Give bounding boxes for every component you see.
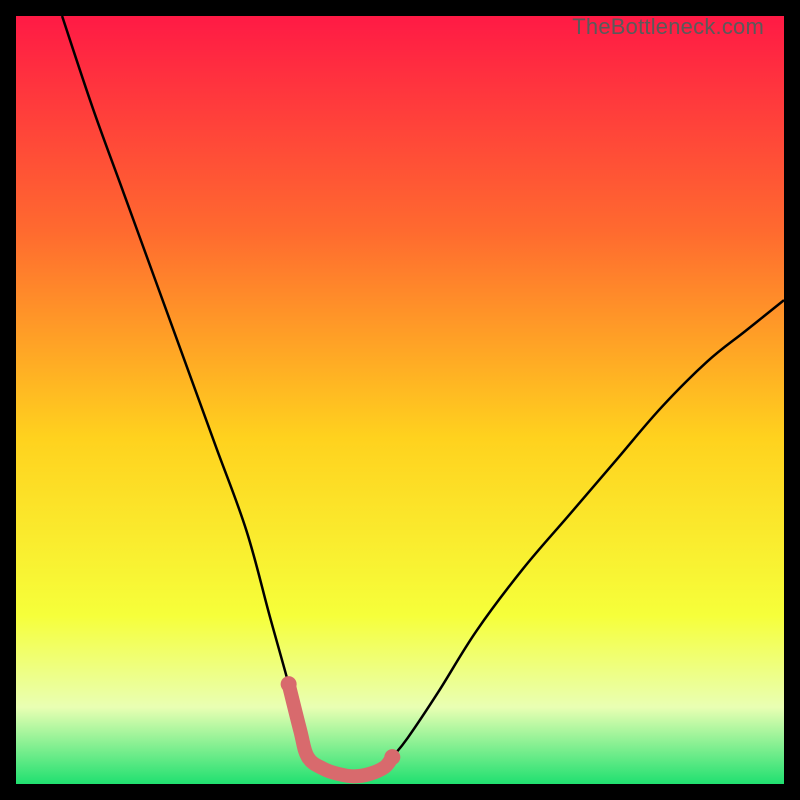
watermark-text: TheBottleneck.com <box>572 14 764 40</box>
highlight-end-dot <box>384 749 400 765</box>
chart-frame: TheBottleneck.com <box>16 16 784 784</box>
bottleneck-chart <box>16 16 784 784</box>
highlight-end-dot <box>281 676 297 692</box>
